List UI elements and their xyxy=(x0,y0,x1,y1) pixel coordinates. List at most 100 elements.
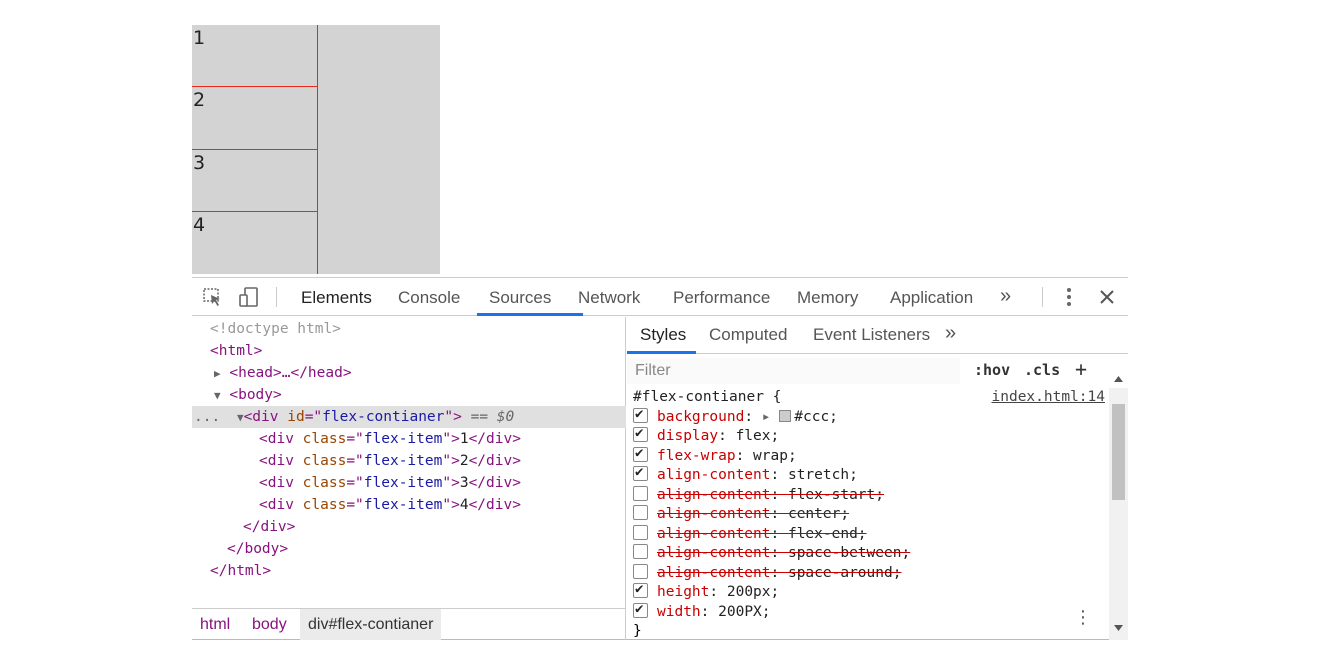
property-checkbox[interactable] xyxy=(633,563,648,579)
property-name[interactable]: width xyxy=(657,604,701,620)
color-swatch[interactable] xyxy=(779,409,792,422)
property-name[interactable]: align-content xyxy=(657,545,771,561)
style-property[interactable]: flex-wrap: wrap; xyxy=(633,444,797,467)
property-name[interactable]: background xyxy=(657,409,744,425)
property-checkbox[interactable] xyxy=(633,485,648,501)
tab-elements[interactable]: Elements xyxy=(301,288,372,308)
tab-event-listeners[interactable]: Event Listeners xyxy=(813,325,930,345)
property-name[interactable]: align-content xyxy=(657,467,771,483)
style-property[interactable]: height: 200px; xyxy=(633,580,779,603)
toolbar-divider xyxy=(1042,287,1043,307)
property-value[interactable]: flex-start; xyxy=(788,487,884,503)
class-toggle-button[interactable]: .cls xyxy=(1024,361,1060,379)
dom-html-open[interactable]: <html> xyxy=(192,340,626,362)
style-property[interactable]: align-content: center; xyxy=(633,505,849,525)
collapse-arrow-icon[interactable]: ▼ xyxy=(237,411,244,424)
property-value[interactable]: wrap; xyxy=(753,448,797,464)
dom-div-close[interactable]: </div> xyxy=(192,516,626,538)
device-toolbar-icon[interactable] xyxy=(238,286,260,308)
scroll-up-icon xyxy=(1114,376,1123,382)
expand-arrow-icon[interactable]: ▶ xyxy=(214,367,221,380)
property-name[interactable]: align-content xyxy=(657,526,771,542)
dom-head[interactable]: ▶ <head>…</head> xyxy=(192,362,626,384)
property-value[interactable]: space-between; xyxy=(788,545,910,561)
style-property[interactable]: width: 200PX; xyxy=(633,600,771,623)
child-text: 1 xyxy=(459,431,469,447)
tab-styles[interactable]: Styles xyxy=(640,325,686,345)
scroll-thumb[interactable] xyxy=(1112,404,1125,500)
property-value[interactable]: space-around; xyxy=(788,565,902,581)
rule-selector[interactable]: #flex-contianer { xyxy=(633,389,781,405)
elements-tree: <!doctype html> <html> ▶ <head>…</head> … xyxy=(192,317,626,640)
dom-child-4[interactable]: <div class="flex-item">4</div> xyxy=(192,494,626,516)
kebab-menu-icon[interactable]: ⋮ xyxy=(1074,607,1092,628)
property-checkbox[interactable] xyxy=(633,524,648,540)
dom-html-close[interactable]: </html> xyxy=(192,560,626,582)
ellipsis-icon[interactable]: ... xyxy=(194,409,220,425)
property-name[interactable]: align-content xyxy=(657,487,771,503)
inspect-element-icon[interactable] xyxy=(202,286,224,308)
property-name[interactable]: height xyxy=(657,584,709,600)
style-property[interactable]: align-content: flex-end; xyxy=(633,524,867,545)
styles-scrollbar[interactable] xyxy=(1109,376,1128,640)
tab-performance[interactable]: Performance xyxy=(673,288,770,308)
property-name[interactable]: display xyxy=(657,428,718,444)
property-checkbox[interactable] xyxy=(633,424,648,444)
scroll-down-icon xyxy=(1114,625,1123,631)
collapse-arrow-icon[interactable]: ▼ xyxy=(214,389,221,402)
property-name[interactable]: align-content xyxy=(657,565,771,581)
property-value[interactable]: stretch; xyxy=(788,467,858,483)
property-value[interactable]: 200PX; xyxy=(718,604,770,620)
property-declaration: align-content: space-between; xyxy=(657,545,911,561)
property-value[interactable]: #ccc; xyxy=(794,409,838,425)
tab-memory[interactable]: Memory xyxy=(797,288,858,308)
dom-body-open[interactable]: ▼ <body> xyxy=(192,384,626,406)
style-property[interactable]: background: ▸ #ccc; xyxy=(633,405,838,428)
more-tabs-icon[interactable]: » xyxy=(1000,285,1011,308)
flex-item: 2 xyxy=(192,87,318,150)
style-property[interactable]: align-content: stretch; xyxy=(633,463,858,486)
property-checkbox[interactable] xyxy=(633,463,648,483)
property-checkbox[interactable] xyxy=(633,505,648,520)
property-name[interactable]: flex-wrap xyxy=(657,448,736,464)
dom-child-3[interactable]: <div class="flex-item">3</div> xyxy=(192,472,626,494)
dom-doctype[interactable]: <!doctype html> xyxy=(192,318,626,340)
property-value[interactable]: flex; xyxy=(736,428,780,444)
rule-header: #flex-contianer { index.html:14 xyxy=(633,388,1109,408)
kebab-menu-icon[interactable] xyxy=(1058,286,1080,308)
breadcrumb: html body div#flex-contianer xyxy=(192,608,626,640)
dom-child-1[interactable]: <div class="flex-item">1</div> xyxy=(192,428,626,450)
tab-sources[interactable]: Sources xyxy=(489,288,551,308)
style-property[interactable]: display: flex; xyxy=(633,424,780,447)
source-link[interactable]: index.html:14 xyxy=(992,388,1106,408)
tab-application[interactable]: Application xyxy=(890,288,973,308)
breadcrumb-html[interactable]: html xyxy=(192,609,238,640)
dom-selected-div[interactable]: ... ▼<div id="flex-contianer"> == $0 xyxy=(192,406,626,428)
property-checkbox[interactable] xyxy=(633,405,648,424)
property-checkbox[interactable] xyxy=(633,544,648,559)
more-tabs-icon[interactable]: » xyxy=(945,322,956,345)
tab-console[interactable]: Console xyxy=(398,288,460,308)
dom-body-close[interactable]: </body> xyxy=(192,538,626,560)
property-checkbox[interactable] xyxy=(633,600,648,619)
new-rule-icon[interactable]: + xyxy=(1075,357,1087,381)
close-icon[interactable] xyxy=(1096,286,1118,308)
filter-input[interactable] xyxy=(627,358,960,384)
style-property[interactable]: align-content: flex-start; xyxy=(633,485,884,506)
property-value[interactable]: flex-end; xyxy=(788,526,867,542)
dom-child-2[interactable]: <div class="flex-item">2</div> xyxy=(192,450,626,472)
tab-computed[interactable]: Computed xyxy=(709,325,787,345)
property-value[interactable]: center; xyxy=(788,506,849,522)
breadcrumb-body[interactable]: body xyxy=(244,609,295,640)
selected-marker: == $0 xyxy=(461,409,515,425)
style-property[interactable]: align-content: space-between; xyxy=(633,544,910,564)
property-checkbox[interactable] xyxy=(633,444,648,463)
hover-state-button[interactable]: :hov xyxy=(974,361,1010,379)
expand-arrow-icon[interactable]: ▸ xyxy=(762,409,779,425)
breadcrumb-div[interactable]: div#flex-contianer xyxy=(300,609,442,640)
tab-network[interactable]: Network xyxy=(578,288,640,308)
property-name[interactable]: align-content xyxy=(657,506,771,522)
property-checkbox[interactable] xyxy=(633,580,648,600)
style-property[interactable]: align-content: space-around; xyxy=(633,563,902,584)
property-value[interactable]: 200px; xyxy=(727,584,779,600)
